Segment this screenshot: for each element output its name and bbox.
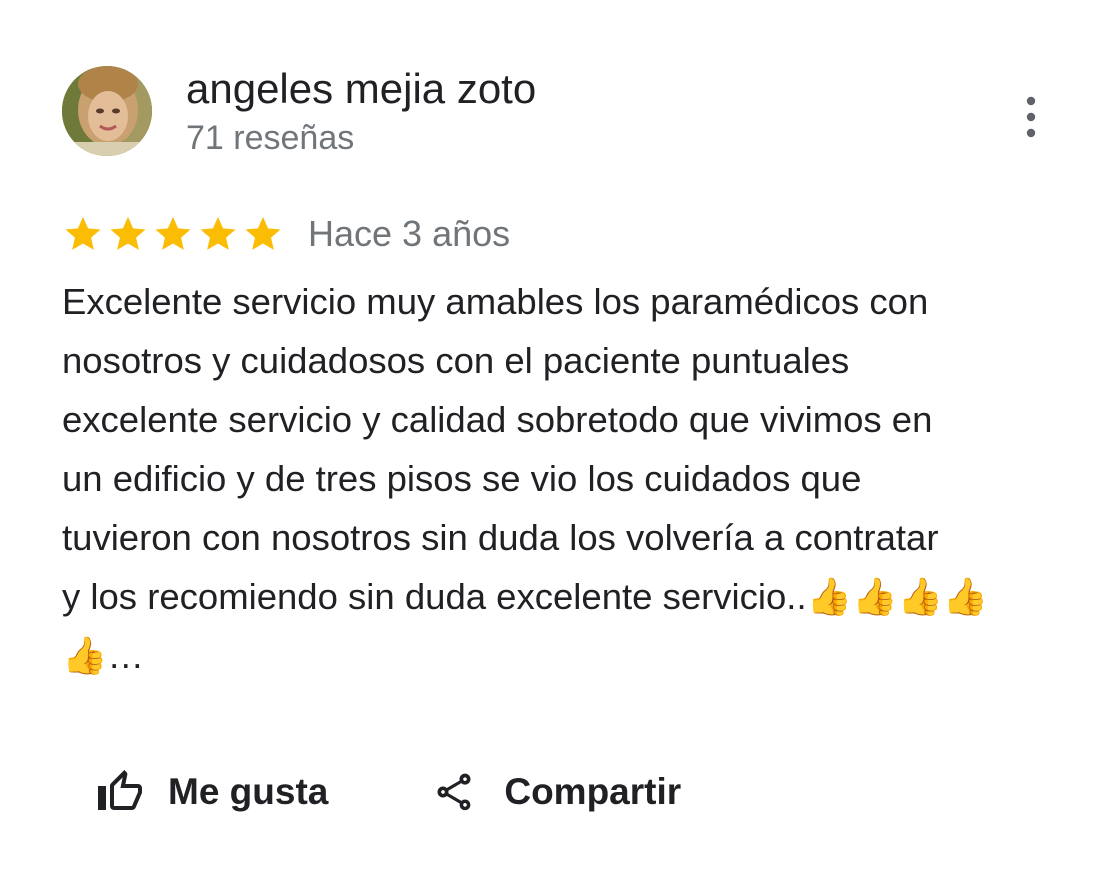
star-filled-icon xyxy=(200,216,236,250)
review-actions: Me gusta Compartir xyxy=(96,760,681,824)
share-button[interactable]: Compartir xyxy=(432,770,681,814)
more-vert-icon xyxy=(1026,96,1036,138)
share-icon xyxy=(437,773,471,811)
like-button[interactable]: Me gusta xyxy=(96,768,328,816)
rating-row: Hace 3 años xyxy=(62,210,510,258)
thumb-up-outline-icon xyxy=(98,770,142,810)
review-header: angeles mejia zoto 71 reseñas xyxy=(62,66,1052,158)
more-options-button[interactable] xyxy=(1016,92,1046,142)
share-label: Compartir xyxy=(504,771,682,812)
author-name[interactable]: angeles mejia zoto xyxy=(186,66,536,112)
star-filled-icon xyxy=(245,216,281,250)
star-rating xyxy=(62,213,284,255)
avatar[interactable] xyxy=(62,66,152,156)
star-filled-icon xyxy=(155,216,191,250)
review-time: Hace 3 años xyxy=(308,213,511,254)
author-review-count[interactable]: 71 reseñas xyxy=(186,118,354,158)
like-label: Me gusta xyxy=(168,771,329,812)
star-filled-icon xyxy=(110,216,146,250)
review-text: Excelente servicio muy amables los param… xyxy=(62,281,989,676)
avatar-photo xyxy=(62,66,152,156)
star-filled-icon xyxy=(65,216,101,250)
